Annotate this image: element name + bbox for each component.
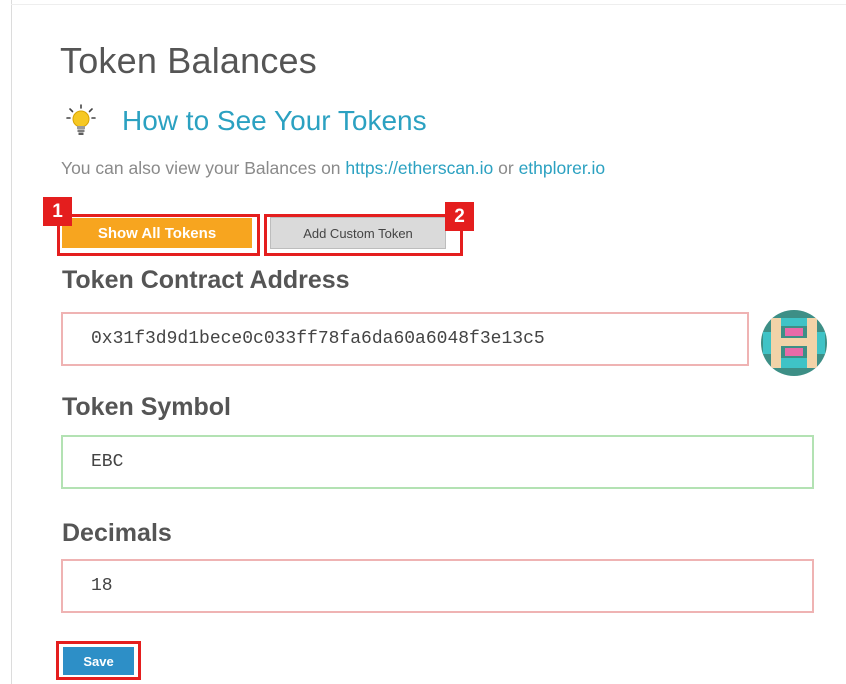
subtext: You can also view your Balances on https… — [61, 158, 605, 179]
panel-border — [11, 0, 12, 684]
lightbulb-icon — [66, 104, 96, 135]
page-title: Token Balances — [60, 40, 317, 81]
etherscan-link[interactable]: https://etherscan.io — [345, 158, 493, 178]
token-balances-panel: Token Balances How to See Your Tokens Yo… — [0, 0, 846, 684]
step-badge-1: 1 — [43, 197, 72, 226]
address-identicon — [761, 310, 827, 376]
decimals-input[interactable]: 18 — [61, 559, 814, 613]
show-all-tokens-button[interactable]: Show All Tokens — [62, 218, 252, 248]
howto-row: How to See Your Tokens — [66, 104, 427, 138]
add-custom-token-button[interactable]: Add Custom Token — [270, 217, 446, 249]
contract-address-label: Token Contract Address — [62, 266, 350, 294]
save-button[interactable]: Save — [63, 647, 134, 675]
subtext-prefix: You can also view your Balances on — [61, 158, 346, 178]
decimals-label: Decimals — [62, 519, 172, 547]
step-badge-2: 2 — [445, 202, 474, 231]
token-symbol-label: Token Symbol — [62, 393, 232, 421]
ethplorer-link[interactable]: ethplorer.io — [519, 158, 606, 178]
panel-border-top — [11, 4, 846, 5]
howto-link[interactable]: How to See Your Tokens — [122, 105, 427, 137]
subtext-or: or — [493, 158, 519, 178]
token-symbol-input[interactable]: EBC — [61, 435, 814, 489]
contract-address-input[interactable]: 0x31f3d9d1bece0c033ff78fa6da60a6048f3e13… — [61, 312, 749, 366]
